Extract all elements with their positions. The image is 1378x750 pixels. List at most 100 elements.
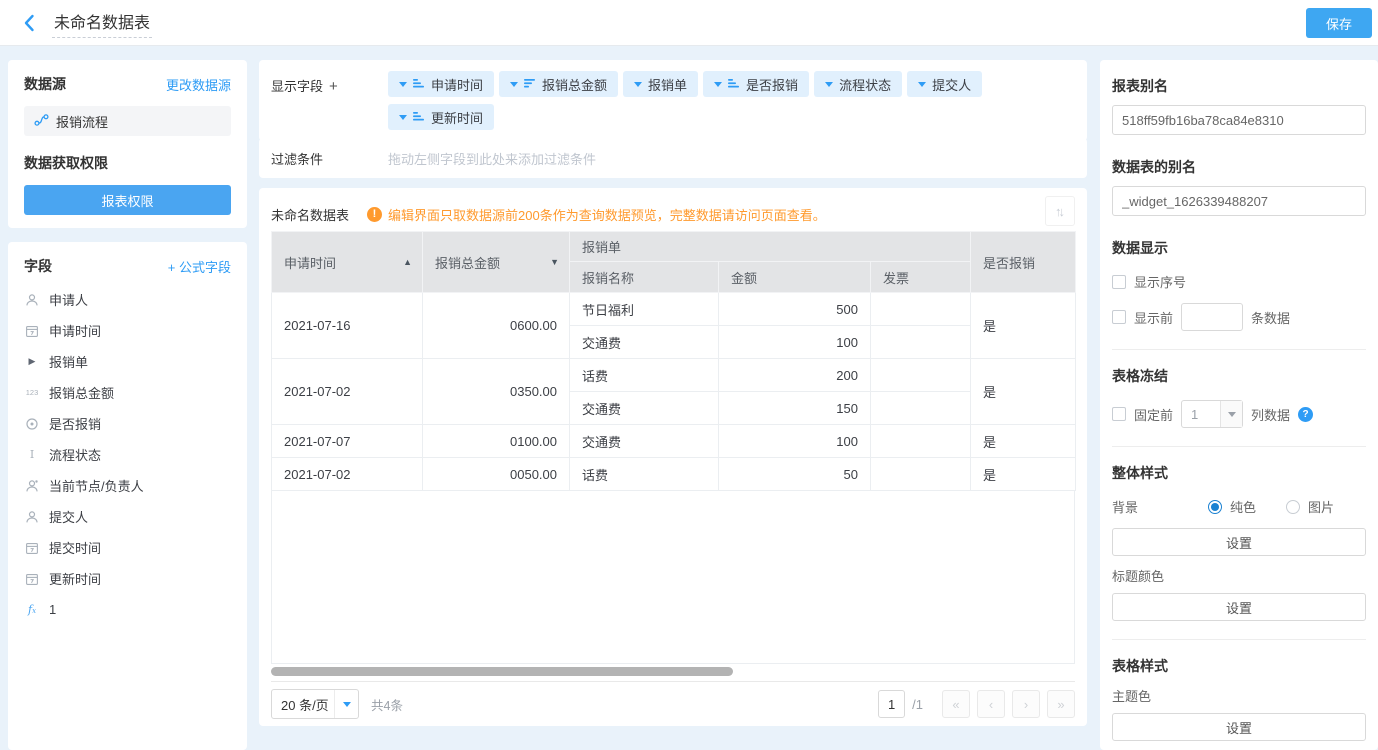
field-item[interactable]: fx1 — [24, 594, 231, 625]
field-label: 申请时间 — [49, 321, 101, 340]
field-label: 申请人 — [49, 290, 88, 309]
freeze-count-select[interactable]: 1 — [1181, 400, 1243, 428]
column-header-name[interactable]: 报销名称 — [570, 262, 719, 293]
column-header-amount[interactable]: 金额 — [719, 262, 871, 293]
chevron-down-icon — [714, 82, 722, 87]
change-datasource-link[interactable]: 更改数据源 — [166, 75, 231, 94]
horizontal-scrollbar-thumb[interactable] — [271, 667, 733, 676]
image-label: 图片 — [1308, 497, 1334, 516]
display-field-chip[interactable]: 报销总金额 — [499, 71, 618, 97]
display-field-chip[interactable]: 是否报销 — [703, 71, 809, 97]
show-index-label: 显示序号 — [1134, 272, 1186, 291]
report-permission-button[interactable]: 报表权限 — [24, 185, 231, 215]
solid-color-radio[interactable] — [1208, 500, 1222, 514]
chevron-down-icon — [510, 82, 518, 87]
show-index-checkbox[interactable] — [1112, 275, 1126, 289]
sort-asc-icon — [413, 112, 425, 122]
column-header-date[interactable]: 申请时间▲ — [272, 232, 423, 293]
field-item[interactable]: 当前节点/负责人 — [24, 470, 231, 501]
add-display-field-button[interactable]: + — [329, 78, 338, 95]
chip-label: 报销单 — [648, 75, 687, 94]
preview-title: 未命名数据表 — [271, 205, 349, 224]
report-alias-input[interactable] — [1112, 105, 1366, 135]
freeze-checkbox[interactable] — [1112, 407, 1126, 421]
first-page-button[interactable]: « — [942, 690, 970, 718]
help-icon[interactable]: ? — [1298, 407, 1313, 422]
datasource-item[interactable]: 报销流程 — [24, 106, 231, 136]
prev-page-button[interactable]: ‹ — [977, 690, 1005, 718]
field-label: 当前节点/负责人 — [49, 476, 144, 495]
save-button[interactable]: 保存 — [1306, 8, 1372, 38]
field-label: 1 — [49, 602, 56, 617]
display-field-chip[interactable]: 报销单 — [623, 71, 698, 97]
display-field-chip[interactable]: 提交人 — [907, 71, 982, 97]
page-size-value: 20 条/页 — [272, 695, 334, 714]
column-header-group[interactable]: 报销单 — [570, 232, 971, 262]
field-item[interactable]: 申请人 — [24, 284, 231, 315]
display-field-chip[interactable]: 申请时间 — [388, 71, 494, 97]
display-fields-card: 显示字段+ 申请时间报销总金额 报销单是否报销流程状态提交人更新时间 — [259, 60, 1087, 141]
cell-reimbursed: 是 — [971, 458, 1076, 491]
cell-name: 话费 — [570, 359, 719, 392]
title-color-set-button[interactable]: 设置 — [1112, 593, 1366, 621]
field-item[interactable]: ▶报销单 — [24, 346, 231, 377]
table-row: 2021-07-160600.00节日福利500是 — [272, 293, 1076, 326]
image-radio[interactable] — [1286, 500, 1300, 514]
column-header-reimbursed[interactable]: 是否报销 — [971, 232, 1076, 293]
page-number-input[interactable] — [878, 690, 905, 718]
chevron-down-icon — [918, 82, 926, 87]
last-page-button[interactable]: » — [1047, 690, 1075, 718]
column-header-invoice[interactable]: 发票 — [871, 262, 971, 293]
row-sort-settings-button[interactable]: ↑↓ — [1045, 196, 1075, 226]
background-label: 背景 — [1112, 497, 1164, 516]
total-count: 共4条 — [371, 695, 403, 714]
field-item[interactable]: I流程状态 — [24, 439, 231, 470]
field-label: 是否报销 — [49, 414, 101, 433]
next-page-button[interactable]: › — [1012, 690, 1040, 718]
field-item[interactable]: 提交人 — [24, 501, 231, 532]
sort-desc-icon: ▼ — [550, 257, 559, 267]
filter-card: 过滤条件 拖动左侧字段到此处来添加过滤条件 — [259, 138, 1087, 178]
page-size-select[interactable]: 20 条/页 — [271, 689, 359, 719]
expand-icon: ▶ — [24, 356, 40, 367]
field-item[interactable]: 123报销总金额 — [24, 377, 231, 408]
display-field-chip[interactable]: 流程状态 — [814, 71, 902, 97]
field-list: 申请人申请时间 ▶报销单123报销总金额是否报销 I流程状态当前节点/负责人提交人提… — [24, 284, 231, 625]
field-item[interactable]: 更新时间 — [24, 563, 231, 594]
chevron-down-icon — [825, 82, 833, 87]
display-fields-label: 显示字段+ — [271, 71, 388, 130]
divider — [1112, 639, 1366, 640]
add-formula-field-link[interactable]: + 公式字段 — [168, 257, 231, 276]
text-icon: I — [24, 448, 40, 461]
top-bar: 未命名数据表 保存 — [0, 0, 1378, 46]
field-item[interactable]: 是否报销 — [24, 408, 231, 439]
theme-color-set-button[interactable]: 设置 — [1112, 713, 1366, 741]
cell-date: 2021-07-02 — [272, 458, 423, 491]
filter-dropzone[interactable]: 拖动左侧字段到此处来添加过滤条件 — [388, 149, 596, 168]
display-field-chip[interactable]: 更新时间 — [388, 104, 494, 130]
field-item[interactable]: 提交时间 — [24, 532, 231, 563]
cell-amount: 50 — [719, 458, 871, 491]
filter-label: 过滤条件 — [271, 149, 388, 168]
cell-invoice — [871, 425, 971, 458]
show-first-checkbox[interactable] — [1112, 310, 1126, 324]
cell-date: 2021-07-07 — [272, 425, 423, 458]
title-color-label: 标题颜色 — [1112, 566, 1366, 585]
cell-invoice — [871, 326, 971, 359]
show-first-count-input[interactable] — [1181, 303, 1243, 331]
cell-name: 话费 — [570, 458, 719, 491]
back-button[interactable] — [22, 14, 36, 32]
cell-invoice — [871, 359, 971, 392]
page-title[interactable]: 未命名数据表 — [52, 7, 152, 38]
sort-arrows-icon: ↑↓ — [1055, 204, 1062, 219]
chip-label: 更新时间 — [431, 108, 483, 127]
overall-style-title: 整体样式 — [1112, 463, 1366, 483]
table-alias-input[interactable] — [1112, 186, 1366, 216]
background-set-button[interactable]: 设置 — [1112, 528, 1366, 556]
left-sidebar: 数据源 更改数据源 报销流程 数据获取权限 报表权限 字段 + 公式字段 申请人… — [8, 60, 247, 750]
column-header-total[interactable]: 报销总金额▼ — [423, 232, 570, 293]
number-icon: 123 — [24, 388, 40, 397]
field-item[interactable]: 申请时间 — [24, 315, 231, 346]
cell-invoice — [871, 458, 971, 491]
freeze-title: 表格冻结 — [1112, 366, 1366, 386]
